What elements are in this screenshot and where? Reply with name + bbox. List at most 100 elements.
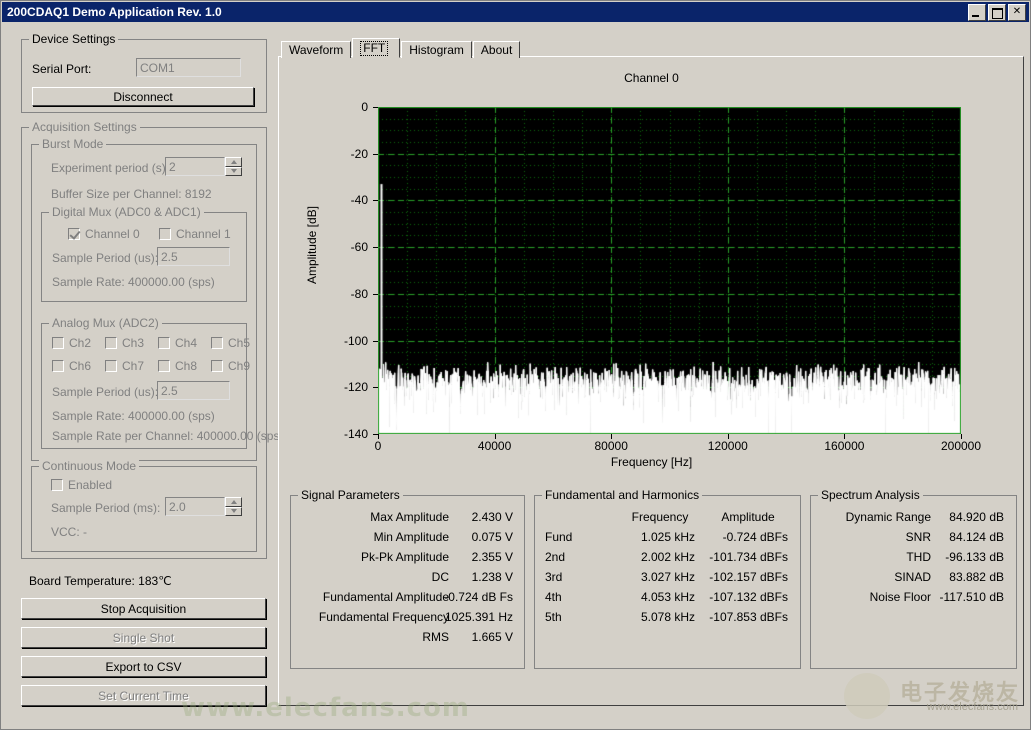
acquisition-settings-legend: Acquisition Settings (29, 120, 140, 134)
spinner-down-icon[interactable] (225, 507, 242, 517)
spectrum-analysis-group: Spectrum Analysis Dynamic Range84.920 dB… (810, 495, 1017, 669)
analog-channel-label: Ch7 (122, 359, 144, 373)
checkbox-unchecked-icon[interactable] (211, 337, 223, 349)
burst-mode-legend: Burst Mode (39, 137, 106, 151)
checkbox-unchecked-icon[interactable] (211, 360, 223, 372)
analog-channel-ch5[interactable]: Ch5 (211, 336, 250, 350)
application-window: 200CDAQ1 Demo Application Rev. 1.0 ✕ Dev… (0, 0, 1031, 730)
spinner-up-icon[interactable] (225, 157, 242, 167)
digital-sample-period-input[interactable]: 2.5 (157, 247, 230, 266)
checkbox-unchecked-icon[interactable] (51, 479, 63, 491)
spinner-up-icon[interactable] (225, 497, 242, 507)
checkbox-checked-icon[interactable] (68, 228, 80, 240)
harmonics-legend: Fundamental and Harmonics (542, 488, 702, 502)
window-controls: ✕ (968, 4, 1026, 21)
analog-channel-ch3[interactable]: Ch3 (105, 336, 144, 350)
experiment-period-spinner[interactable] (225, 157, 242, 176)
chart-x-tick-label: 80000 (595, 439, 628, 453)
channel1-label: Channel 1 (176, 227, 231, 241)
harmonics-frequency-header: Frequency (615, 510, 705, 524)
chart-y-axis-label: Amplitude [dB] (305, 185, 319, 305)
chart-y-tick-label: -80 (351, 287, 368, 301)
spinner-down-icon[interactable] (225, 167, 242, 177)
result-row-value: 2.430 V (291, 510, 513, 524)
checkbox-unchecked-icon[interactable] (105, 337, 117, 349)
disconnect-button[interactable]: Disconnect (32, 87, 254, 106)
acquisition-settings-group: Acquisition Settings Burst Mode Experime… (21, 127, 267, 559)
channel1-checkbox[interactable]: Channel 1 (159, 227, 231, 241)
checkbox-unchecked-icon[interactable] (158, 360, 170, 372)
result-row-value: 2.355 V (291, 550, 513, 564)
maximize-button[interactable] (988, 4, 1006, 21)
checkbox-unchecked-icon[interactable] (52, 337, 64, 349)
tab-histogram[interactable]: Histogram (401, 41, 472, 58)
chart-x-tick-label: 0 (375, 439, 382, 453)
result-row-value: -0.724 dB Fs (291, 590, 513, 604)
channel0-checkbox[interactable]: Channel 0 (68, 227, 140, 241)
result-row-value: 1.665 V (291, 630, 513, 644)
chart-y-tick-mark (373, 154, 378, 155)
minimize-button[interactable] (968, 4, 986, 21)
analog-channel-ch8[interactable]: Ch8 (158, 359, 197, 373)
tab-label: Waveform (289, 43, 343, 57)
chart-canvas (378, 107, 961, 434)
chart-plot-area[interactable] (378, 107, 961, 434)
set-current-time-button[interactable]: Set Current Time (21, 685, 266, 706)
chart-x-axis-label: Frequency [Hz] (284, 455, 1019, 469)
tab-about[interactable]: About (473, 41, 520, 58)
chart-y-tick-mark (373, 107, 378, 108)
checkbox-unchecked-icon[interactable] (159, 228, 171, 240)
continuous-sample-period-input[interactable]: 2.0 (165, 497, 225, 516)
chart-x-tick-mark (728, 434, 729, 439)
result-row-value: 1025.391 Hz (291, 610, 513, 624)
analog-mux-group: Analog Mux (ADC2) Ch2 Ch3 Ch4 Ch5 (41, 323, 247, 449)
analog-channel-ch2[interactable]: Ch2 (52, 336, 91, 350)
burst-mode-group: Burst Mode Experiment period (s): 2 Buff… (31, 144, 257, 461)
analog-mux-legend: Analog Mux (ADC2) (49, 316, 162, 330)
analog-sample-period-label: Sample Period (us): (52, 385, 158, 399)
single-shot-button[interactable]: Single Shot (21, 627, 266, 648)
chart-x-tick-mark (378, 434, 379, 439)
close-button[interactable]: ✕ (1008, 4, 1026, 21)
result-row-value: 1.238 V (291, 570, 513, 584)
harmonic-row-amplitude: -107.853 dBFs (535, 610, 788, 624)
stop-acquisition-button[interactable]: Stop Acquisition (21, 598, 266, 619)
checkbox-unchecked-icon[interactable] (105, 360, 117, 372)
tab-fft[interactable]: FFT (352, 38, 400, 58)
analog-sample-period-input[interactable]: 2.5 (157, 381, 230, 400)
checkbox-unchecked-icon[interactable] (52, 360, 64, 372)
analog-channel-label: Ch2 (69, 336, 91, 350)
experiment-period-input[interactable]: 2 (165, 157, 225, 176)
serial-port-label: Serial Port: (32, 62, 91, 76)
chart-x-tick-mark (611, 434, 612, 439)
checkbox-unchecked-icon[interactable] (158, 337, 170, 349)
analog-sample-rate-per-channel-text: Sample Rate per Channel: 400000.00 (sps) (52, 429, 283, 443)
chart-title: Channel 0 (284, 71, 1019, 85)
chart-y-tick-mark (373, 294, 378, 295)
continuous-sample-period-spinner[interactable] (225, 497, 242, 516)
analog-channel-ch9[interactable]: Ch9 (211, 359, 250, 373)
result-row-value: 84.124 dB (811, 530, 1004, 544)
analog-channel-label: Ch6 (69, 359, 91, 373)
digital-mux-group: Digital Mux (ADC0 & ADC1) Channel 0 Chan… (41, 212, 247, 302)
chart-y-tick-label: -120 (344, 380, 368, 394)
tab-waveform[interactable]: Waveform (281, 41, 351, 58)
analog-channel-ch7[interactable]: Ch7 (105, 359, 144, 373)
board-temperature: Board Temperature: 183℃ (29, 574, 172, 588)
channel0-label: Channel 0 (85, 227, 140, 241)
serial-port-input[interactable]: COM1 (136, 58, 241, 77)
title-bar: 200CDAQ1 Demo Application Rev. 1.0 ✕ (2, 2, 1029, 22)
device-settings-group: Device Settings Serial Port: COM1 Discon… (21, 39, 267, 113)
digital-mux-legend: Digital Mux (ADC0 & ADC1) (49, 205, 204, 219)
chart-y-tick-label: -140 (344, 427, 368, 441)
fft-chart: Channel 0 Amplitude [dB] Frequency [Hz] … (284, 63, 1019, 483)
analog-channel-label: Ch8 (175, 359, 197, 373)
device-settings-legend: Device Settings (29, 32, 118, 46)
analog-sample-rate-text: Sample Rate: 400000.00 (sps) (52, 409, 215, 423)
harmonic-row-amplitude: -0.724 dBFs (535, 530, 788, 544)
export-to-csv-button[interactable]: Export to CSV (21, 656, 266, 677)
continuous-enabled-checkbox[interactable]: Enabled (51, 478, 112, 492)
analog-channel-ch6[interactable]: Ch6 (52, 359, 91, 373)
chart-y-tick-label: -60 (351, 240, 368, 254)
analog-channel-ch4[interactable]: Ch4 (158, 336, 197, 350)
